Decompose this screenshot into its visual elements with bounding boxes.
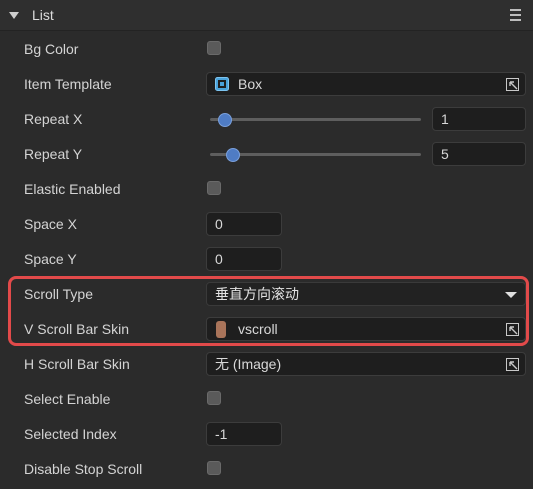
- bg-color-label: Bg Color: [24, 41, 79, 57]
- panel-header[interactable]: List: [0, 0, 533, 31]
- disable-stop-scroll-checkbox[interactable]: [207, 461, 221, 475]
- v-scroll-bar-skin-value: vscroll: [238, 321, 278, 337]
- row-item-template: Item Template Box: [0, 67, 533, 102]
- pick-arrow-icon[interactable]: [506, 323, 519, 336]
- selected-index-label: Selected Index: [24, 426, 117, 442]
- space-x-input[interactable]: 0: [206, 212, 282, 236]
- repeat-y-slider-track[interactable]: [210, 153, 421, 156]
- repeat-y-slider-thumb[interactable]: [225, 148, 240, 162]
- repeat-x-label: Repeat X: [24, 111, 83, 127]
- row-space-y: Space Y 0: [0, 242, 533, 277]
- item-template-label: Item Template: [24, 76, 112, 92]
- repeat-y-input[interactable]: 5: [432, 142, 526, 166]
- v-scroll-bar-skin-label: V Scroll Bar Skin: [24, 321, 130, 337]
- scroll-type-label: Scroll Type: [24, 286, 93, 302]
- item-template-field[interactable]: Box: [206, 72, 526, 96]
- box-component-icon: [215, 77, 229, 91]
- elastic-enabled-label: Elastic Enabled: [24, 181, 121, 197]
- pick-arrow-icon[interactable]: [506, 78, 519, 91]
- row-selected-index: Selected Index -1: [0, 417, 533, 452]
- space-y-input[interactable]: 0: [206, 247, 282, 271]
- repeat-x-input[interactable]: 1: [432, 107, 526, 131]
- row-space-x: Space X 0: [0, 207, 533, 242]
- h-scroll-bar-skin-value: 无 (Image): [215, 356, 282, 372]
- space-y-label: Space Y: [24, 251, 77, 267]
- row-bg-color: Bg Color: [0, 32, 533, 67]
- space-x-label: Space X: [24, 216, 77, 232]
- repeat-x-slider-track[interactable]: [210, 118, 421, 121]
- chevron-down-icon[interactable]: [505, 292, 517, 298]
- row-disable-stop-scroll: Disable Stop Scroll: [0, 452, 533, 487]
- select-enable-label: Select Enable: [24, 391, 111, 407]
- row-h-scroll-bar-skin: H Scroll Bar Skin 无 (Image): [0, 347, 533, 382]
- row-repeat-x: Repeat X 1: [0, 102, 533, 137]
- vscroll-thumbnail-icon: [216, 321, 226, 338]
- repeat-x-slider-thumb[interactable]: [217, 113, 232, 127]
- v-scroll-bar-skin-field[interactable]: vscroll: [206, 317, 526, 341]
- disable-stop-scroll-label: Disable Stop Scroll: [24, 461, 143, 477]
- panel-title: List: [32, 7, 54, 23]
- scroll-type-select[interactable]: 垂直方向滚动: [206, 282, 526, 306]
- caret-down-icon[interactable]: [9, 12, 19, 19]
- h-scroll-bar-skin-field[interactable]: 无 (Image): [206, 352, 526, 376]
- row-scroll-type: Scroll Type 垂直方向滚动: [0, 277, 533, 312]
- scroll-type-value: 垂直方向滚动: [215, 286, 299, 302]
- row-repeat-y: Repeat Y 5: [0, 137, 533, 172]
- pick-arrow-icon[interactable]: [506, 358, 519, 371]
- item-template-value: Box: [238, 76, 263, 92]
- select-enable-checkbox[interactable]: [207, 391, 221, 405]
- hamburger-menu-icon[interactable]: [510, 9, 521, 21]
- repeat-y-label: Repeat Y: [24, 146, 83, 162]
- bg-color-checkbox[interactable]: [207, 41, 221, 55]
- row-select-enable: Select Enable: [0, 382, 533, 417]
- row-elastic-enabled: Elastic Enabled: [0, 172, 533, 207]
- row-v-scroll-bar-skin: V Scroll Bar Skin vscroll: [0, 312, 533, 347]
- selected-index-input[interactable]: -1: [206, 422, 282, 446]
- h-scroll-bar-skin-label: H Scroll Bar Skin: [24, 356, 130, 372]
- elastic-enabled-checkbox[interactable]: [207, 181, 221, 195]
